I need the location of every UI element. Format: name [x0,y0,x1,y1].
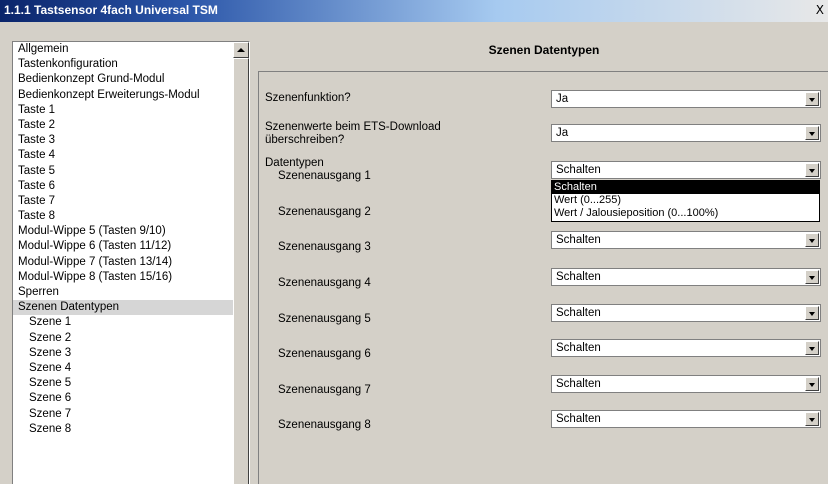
tree-item-modul-wippe-7[interactable]: Modul-Wippe 7 (Tasten 13/14) [13,255,233,270]
ueberschreiben-value: Ja [556,127,569,139]
tree-item-taste-5[interactable]: Taste 5 [13,164,233,179]
szenenausgang-3-value: Schalten [556,234,601,246]
tree-item-szenen-datentypen[interactable]: Szenen Datentypen [13,300,233,316]
scroll-thumb[interactable] [233,58,249,484]
tree-item-szene-4[interactable]: Szene 4 [13,361,233,376]
tree-item-taste-7[interactable]: Taste 7 [13,194,233,209]
window-title: 1.1.1 Tastsensor 4fach Universal TSM [4,3,218,17]
tree-item-szene-6[interactable]: Szene 6 [13,391,233,406]
szenenausgang-3-select[interactable]: Schalten [551,231,821,249]
title-bar: 1.1.1 Tastsensor 4fach Universal TSM X [0,0,828,22]
ueberschreiben-label-line1: Szenenwerte beim ETS-Download [265,121,441,133]
tree-item-allgemein[interactable]: Allgemein [13,42,233,57]
chevron-down-icon[interactable] [805,163,819,177]
szenenausgang-7-select[interactable]: Schalten [551,375,821,393]
ueberschreiben-label-line2: überschreiben? [265,134,345,146]
tree-scrollbar[interactable] [233,42,249,484]
szenenausgang-8-select[interactable]: Schalten [551,410,821,428]
tree-item-bedienkonzept-erweiterung[interactable]: Bedienkonzept Erweiterungs-Modul [13,88,233,103]
tree-item-modul-wippe-8[interactable]: Modul-Wippe 8 (Tasten 15/16) [13,270,233,285]
tree-item-szene-1[interactable]: Szene 1 [13,315,233,330]
tree-item-modul-wippe-5[interactable]: Modul-Wippe 5 (Tasten 9/10) [13,224,233,239]
ueberschreiben-select[interactable]: Ja [551,124,821,142]
datentypen-label: Datentypen [265,157,324,169]
szenenausgang-8-label: Szenenausgang 8 [278,419,371,431]
chevron-down-icon[interactable] [805,92,819,106]
szenenausgang-6-label: Szenenausgang 6 [278,348,371,360]
szenenausgang-1-label: Szenenausgang 1 [278,170,371,182]
tree-item-szene-7[interactable]: Szene 7 [13,407,233,422]
szenenfunktion-label: Szenenfunktion? [265,92,351,104]
tree-item-taste-1[interactable]: Taste 1 [13,103,233,118]
szenenfunktion-value: Ja [556,93,569,105]
chevron-down-icon[interactable] [805,270,819,284]
parameter-tree: Allgemein Tastenkonfiguration Bedienkonz… [12,41,250,484]
szenenausgang-5-value: Schalten [556,307,601,319]
tree-item-bedienkonzept-grund[interactable]: Bedienkonzept Grund-Modul [13,72,233,87]
tree-item-tastenkonfiguration[interactable]: Tastenkonfiguration [13,57,233,72]
szenenausgang-5-label: Szenenausgang 5 [278,313,371,325]
szenenausgang-4-value: Schalten [556,271,601,283]
chevron-down-icon[interactable] [805,377,819,391]
panel-title: Szenen Datentypen [488,43,600,57]
szenenausgang-1-select[interactable]: Schalten [551,161,821,179]
chevron-down-icon[interactable] [805,306,819,320]
tree-item-szene-2[interactable]: Szene 2 [13,331,233,346]
chevron-down-icon[interactable] [805,233,819,247]
szenenausgang-6-select[interactable]: Schalten [551,339,821,357]
chevron-down-icon[interactable] [805,341,819,355]
dropdown-option-jalousieposition[interactable]: Wert / Jalousieposition (0...100%) [552,207,819,220]
szenenausgang-5-select[interactable]: Schalten [551,304,821,322]
szenenausgang-2-label: Szenenausgang 2 [278,206,371,218]
tree-item-szene-5[interactable]: Szene 5 [13,376,233,391]
tree-item-modul-wippe-6[interactable]: Modul-Wippe 6 (Tasten 11/12) [13,239,233,254]
szenenausgang-7-value: Schalten [556,378,601,390]
szenenausgang-8-value: Schalten [556,413,601,425]
close-icon[interactable]: X [816,3,824,17]
szenenausgang-7-label: Szenenausgang 7 [278,384,371,396]
tree-item-taste-3[interactable]: Taste 3 [13,133,233,148]
tree-item-szene-8[interactable]: Szene 8 [13,422,233,437]
tree-item-sperren[interactable]: Sperren [13,285,233,300]
dropdown-option-wert[interactable]: Wert (0...255) [552,194,819,207]
tree-item-taste-2[interactable]: Taste 2 [13,118,233,133]
datatype-dropdown-list[interactable]: Schalten Wert (0...255) Wert / Jalousiep… [551,180,820,222]
chevron-down-icon[interactable] [805,126,819,140]
szenenausgang-3-label: Szenenausgang 3 [278,241,371,253]
szenenausgang-6-value: Schalten [556,342,601,354]
tree-item-taste-6[interactable]: Taste 6 [13,179,233,194]
szenenfunktion-select[interactable]: Ja [551,90,821,108]
dropdown-option-schalten[interactable]: Schalten [552,181,819,194]
szenenausgang-4-select[interactable]: Schalten [551,268,821,286]
chevron-down-icon[interactable] [805,412,819,426]
szenenausgang-4-label: Szenenausgang 4 [278,277,371,289]
scroll-up-arrow-icon[interactable] [233,42,249,58]
tree-list: Allgemein Tastenkonfiguration Bedienkonz… [13,42,233,437]
szenenausgang-1-value: Schalten [556,164,601,176]
tree-item-taste-4[interactable]: Taste 4 [13,148,233,163]
tree-item-taste-8[interactable]: Taste 8 [13,209,233,224]
tree-item-szene-3[interactable]: Szene 3 [13,346,233,361]
